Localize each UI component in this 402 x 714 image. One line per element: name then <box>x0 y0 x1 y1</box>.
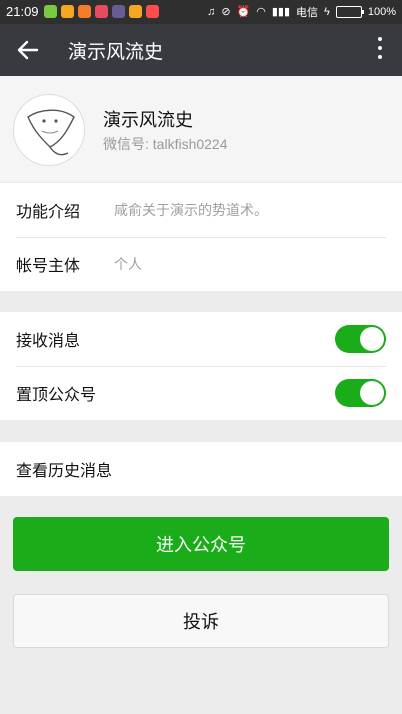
avatar[interactable] <box>13 94 85 166</box>
enter-account-button[interactable]: 进入公众号 <box>13 517 389 571</box>
pin-account-label: 置顶公众号 <box>16 385 97 404</box>
status-bar: 21:09 ♫ ⊘ ⏰ ◠ ▮▮▮ 电信 ϟ 100% <box>0 0 402 24</box>
status-time: 21:09 <box>6 4 39 19</box>
headset-icon: ♫ <box>207 6 216 18</box>
alarm-icon: ⏰ <box>236 6 251 18</box>
status-right: ♫ ⊘ ⏰ ◠ ▮▮▮ 电信 ϟ 100% <box>207 4 396 20</box>
receive-messages-toggle[interactable] <box>335 325 386 353</box>
notification-icons <box>44 5 159 18</box>
intro-row: 功能介绍 咸俞关于演示的势道术。 <box>0 183 402 237</box>
title-bar: 演示风流史 <box>0 24 402 76</box>
history-label: 查看历史消息 <box>16 461 113 480</box>
carrier-label: 电信 <box>296 7 319 19</box>
app-notification-icon <box>95 5 108 18</box>
battery-percent: 100% <box>367 6 396 18</box>
toggle-knob <box>360 327 384 351</box>
stingray-logo-icon <box>27 109 75 156</box>
charging-icon: ϟ <box>324 6 330 18</box>
back-arrow-icon[interactable] <box>14 36 42 64</box>
receive-messages-row: 接收消息 <box>0 312 402 366</box>
toggle-knob <box>360 381 384 405</box>
app-notification-icon <box>129 5 142 18</box>
receive-messages-label: 接收消息 <box>16 331 81 350</box>
info-card: 功能介绍 咸俞关于演示的势道术。 帐号主体 个人 <box>0 183 402 291</box>
history-card: 查看历史消息 <box>0 442 402 496</box>
report-button[interactable]: 投诉 <box>13 594 389 648</box>
page-title: 演示风流史 <box>68 41 164 63</box>
intro-value: 咸俞关于演示的势道术。 <box>114 203 268 219</box>
battery-icon <box>335 6 364 18</box>
app-notification-icon <box>78 5 91 18</box>
pin-account-toggle[interactable] <box>335 379 386 407</box>
app-notification-icon <box>44 5 57 18</box>
app-notification-icon <box>146 5 159 18</box>
owner-row: 帐号主体 个人 <box>0 237 402 291</box>
pin-account-row: 置顶公众号 <box>0 366 402 420</box>
signal-icon: ▮▮▮ <box>271 6 291 18</box>
intro-label: 功能介绍 <box>16 202 81 221</box>
owner-value: 个人 <box>114 257 142 273</box>
more-options-icon[interactable] <box>376 37 384 63</box>
account-name: 演示风流史 <box>103 110 193 131</box>
owner-label: 帐号主体 <box>16 256 81 275</box>
profile-header: 演示风流史 微信号: talkfish0224 <box>0 76 402 182</box>
wifi-icon: ◠ <box>256 6 266 18</box>
mute-icon: ⊘ <box>221 6 231 18</box>
settings-card: 接收消息 置顶公众号 <box>0 312 402 420</box>
history-row[interactable]: 查看历史消息 <box>0 442 402 496</box>
wechat-id: 微信号: talkfish0224 <box>103 136 228 152</box>
app-notification-icon <box>112 5 125 18</box>
app-notification-icon <box>61 5 74 18</box>
